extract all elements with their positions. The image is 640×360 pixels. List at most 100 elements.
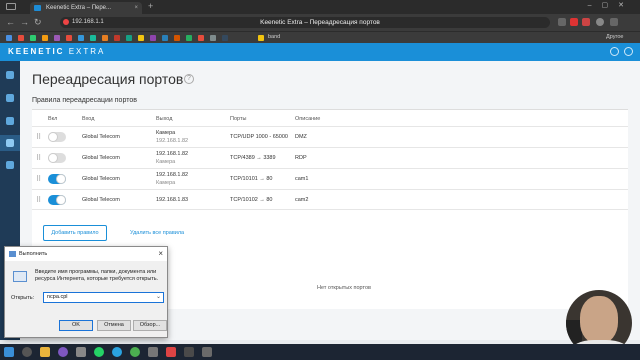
drag-handle-icon[interactable]: ⠿ [36,133,41,141]
notifications-icon[interactable] [610,47,619,56]
output-cell: 192.168.1.82 [156,151,189,157]
output-sub-cell: 192.168.1.82 [156,138,189,144]
other-bookmarks[interactable]: Другое [606,34,623,40]
column-header: Вход [82,116,95,122]
open-input[interactable]: ncpa.cpl ⌄ [43,292,164,303]
keenetic-logo[interactable]: KEENETIC EXTRA [8,47,105,56]
explorer-icon[interactable] [40,347,50,357]
browse-button[interactable]: Обзор... [133,320,167,331]
bookmarks-bar: band Другое [0,31,640,43]
viber-icon[interactable] [58,347,68,357]
chrome-icon[interactable] [130,347,140,357]
drag-handle-icon[interactable]: ⠿ [36,175,41,183]
column-header: Вкл [48,116,58,122]
output-sub-cell: Камера [156,180,176,186]
start-icon[interactable] [4,347,14,357]
app-icon[interactable] [184,347,194,357]
new-tab-icon[interactable]: + [148,1,153,11]
bookmark-icon[interactable] [186,35,192,41]
bookmark-icon[interactable] [30,35,36,41]
bookmark-icon[interactable] [198,35,204,41]
app-icon[interactable] [148,347,158,357]
settings-icon[interactable] [6,161,14,169]
table-row[interactable]: ⠿ Global Telecom Камера 192.168.1.82 TCP… [32,126,628,147]
app-icon[interactable] [76,347,86,357]
description-cell: cam2 [295,197,309,203]
add-rule-button[interactable]: Добавить правило [43,225,107,241]
dashboard-icon[interactable] [6,71,14,79]
output-cell: Камера [156,130,176,136]
ok-button[interactable]: OK [59,320,93,331]
drag-handle-icon[interactable]: ⠿ [36,196,41,204]
bookmark-icon[interactable] [102,35,108,41]
dialog-titlebar[interactable]: Выполнить × [5,247,167,261]
bookmark-icon[interactable] [42,35,48,41]
run-dialog: Выполнить × Введите имя программы, папки… [4,246,168,338]
bookmark-icon[interactable] [174,35,180,41]
description-cell: DMZ [295,134,307,140]
output-sub-cell: Камера [156,159,176,165]
bookmark-icon[interactable] [162,35,168,41]
input-cell: Global Telecom [82,176,120,182]
enable-toggle[interactable] [48,195,66,205]
bookmark-icon[interactable] [66,35,72,41]
table-row[interactable]: ⠿ Global Telecom 192.168.1.82 Камера TCP… [32,147,628,168]
enable-toggle[interactable] [48,153,66,163]
description-cell: RDP [295,155,307,161]
input-cell: Global Telecom [82,155,120,161]
bookmark-icon[interactable] [114,35,120,41]
output-cell: 192.168.1.82 [156,172,189,178]
toggle-knob [48,132,58,142]
security-icon[interactable] [6,139,14,147]
bookmark-icon[interactable] [138,35,144,41]
whatsapp-icon[interactable] [94,347,104,357]
app-icon[interactable] [166,347,176,357]
toggle-knob [56,195,66,205]
cancel-button[interactable]: Отмена [97,320,131,331]
enable-toggle[interactable] [48,132,66,142]
account-icon[interactable] [624,47,633,56]
table-row[interactable]: ⠿ Global Telecom 192.168.1.82 Камера TCP… [32,168,628,189]
input-cell: Global Telecom [82,134,120,140]
bookmark-icon[interactable] [54,35,60,41]
help-icon[interactable]: ? [184,74,194,84]
bookmark-icon[interactable] [78,35,84,41]
internet-icon[interactable] [6,94,14,102]
logo-sub: EXTRA [68,47,106,56]
keenetic-header: KEENETIC EXTRA [0,43,640,61]
column-header: Порты [230,116,247,122]
dialog-description: Введите имя программы, папки, документа … [35,269,159,282]
telegram-icon[interactable] [112,347,122,357]
no-open-ports-text: Нет открытых портов [317,285,371,291]
browser-tab[interactable]: Keenetic Extra – Пере... × [30,2,142,14]
search-icon[interactable] [22,347,32,357]
bookmark-icon[interactable] [18,35,24,41]
tab-overview-icon[interactable] [6,3,16,10]
window-controls[interactable]: –▢✕ [588,1,634,9]
open-label: Открыть: [11,295,35,301]
column-header: Выход [156,116,173,122]
logo-main: KEENETIC [8,47,65,56]
drag-handle-icon[interactable]: ⠿ [36,154,41,162]
chevron-down-icon[interactable]: ⌄ [156,293,161,302]
taskbar [0,344,640,360]
ports-cell: TCP/10101 → 80 [230,176,273,182]
table-row[interactable]: ⠿ Global Telecom 192.168.1.83 TCP/10102 … [32,189,628,210]
wifi-icon[interactable] [6,117,14,125]
bookmark-folder-band[interactable]: band [268,34,280,40]
enable-toggle[interactable] [48,174,66,184]
bookmark-icon[interactable] [90,35,96,41]
ports-cell: TCP/10102 → 80 [230,197,273,203]
app-icon[interactable] [202,347,212,357]
bookmark-icon[interactable] [126,35,132,41]
ports-cell: TCP/4389 → 3389 [230,155,276,161]
bookmark-icon[interactable] [150,35,156,41]
tab-close-icon[interactable]: × [134,2,138,14]
page-title: Переадресация портов [32,71,184,87]
bookmark-icon[interactable] [210,35,216,41]
tab-title: Keenetic Extra – Пере... [46,5,112,11]
bookmark-icon[interactable] [222,35,228,41]
delete-all-rules-link[interactable]: Удалить все правила [130,230,184,236]
bookmark-icon[interactable] [6,35,12,41]
close-icon[interactable]: × [158,249,163,258]
